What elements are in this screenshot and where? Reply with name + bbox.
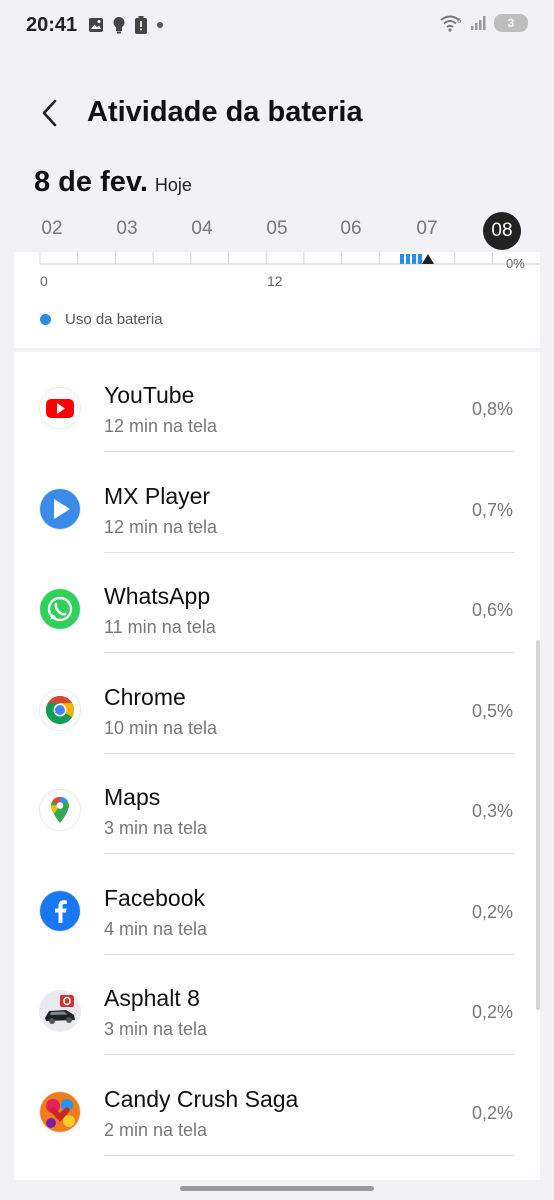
facebook-icon (40, 890, 80, 931)
hour-05[interactable]: 05 (257, 218, 297, 240)
app-screen-time: 10 min na tela (104, 717, 218, 738)
app-row-asphalt-8[interactable]: Asphalt 8 3 min na tela 0,2% (14, 955, 540, 1055)
usage-bar (412, 254, 416, 264)
gallery-icon (89, 18, 103, 32)
back-button[interactable] (34, 96, 68, 130)
app-screen-time: 12 min na tela (104, 516, 218, 537)
app-row-whatsapp[interactable]: WhatsApp 11 min na tela 0,6% (14, 553, 540, 653)
usage-bar (406, 254, 410, 264)
app-row-candy-crush-saga[interactable]: Candy Crush Saga 2 min na tela 0,2% (14, 1056, 540, 1156)
app-battery-percent: 0,3% (471, 801, 513, 821)
hour-06[interactable]: 06 (331, 218, 371, 240)
whatsapp-icon (40, 589, 80, 629)
usage-bar (418, 254, 422, 264)
app-screen-time: 12 min na tela (104, 416, 218, 436)
youtube-icon (40, 388, 80, 428)
dot-icon (157, 22, 163, 28)
app-row-youtube[interactable]: YouTube 12 min na tela 0,8% (14, 352, 540, 452)
hour-07[interactable]: 07 (407, 218, 447, 240)
y-max-label: 0% (506, 256, 525, 271)
current-time-marker (422, 254, 434, 264)
hour-02[interactable]: 02 (32, 218, 72, 240)
app-battery-percent: 0,6% (471, 600, 513, 620)
app-name: YouTube (104, 382, 195, 408)
date-header: 8 de fev. Hoje (34, 166, 192, 199)
svg-text:6: 6 (457, 17, 462, 25)
divider (104, 1154, 514, 1156)
date-sub-label: Hoje (154, 175, 192, 195)
hour-04[interactable]: 04 (182, 218, 222, 240)
app-battery-percent: 0,7% (471, 499, 513, 520)
app-battery-percent: 0,5% (471, 700, 513, 721)
mx-player-icon (40, 488, 80, 529)
usage-bar (400, 254, 404, 264)
app-battery-percent: 0,2% (471, 1102, 513, 1123)
app-name: MX Player (104, 482, 211, 509)
scrollbar[interactable] (536, 640, 540, 1010)
app-name: Maps (104, 784, 161, 810)
wifi-icon: 6 (440, 15, 462, 32)
hour-03[interactable]: 03 (107, 218, 147, 240)
alert-battery-icon (135, 16, 147, 34)
app-battery-percent: 0,8% (471, 399, 513, 419)
chevron-left-icon (42, 99, 57, 127)
notification-icons (88, 16, 164, 34)
gesture-navigation-handle[interactable] (180, 1186, 374, 1191)
app-name: Candy Crush Saga (104, 1085, 299, 1112)
status-bar: 20:41 6 3 (0, 0, 554, 52)
hour-08[interactable]: 08 (483, 212, 521, 250)
battery-usage-chart: 0 12 0% Uso da bateria (14, 252, 540, 348)
app-row-maps[interactable]: Maps 3 min na tela 0,3% (14, 754, 540, 854)
candy-crush-icon (40, 1091, 80, 1132)
app-screen-time: 3 min na tela (104, 1019, 208, 1039)
app-name: Asphalt 8 (104, 985, 200, 1011)
app-usage-list: YouTube 12 min na tela 0,8% MX Player 12 min… (14, 352, 540, 1180)
status-time: 20:41 (26, 14, 78, 36)
app-screen-time: 3 min na tela (104, 818, 208, 838)
app-row-mx-player[interactable]: MX Player 12 min na tela 0,7% (14, 453, 540, 553)
app-row-facebook[interactable]: Facebook 4 min na tela 0,2% (14, 855, 540, 955)
app-screen-time: 2 min na tela (104, 1119, 208, 1140)
chrome-icon (40, 689, 80, 730)
signal-icon (471, 16, 486, 30)
bulb-icon (113, 17, 125, 34)
chart-legend: Uso da bateria (40, 311, 163, 328)
page-title: Atividade da bateria (87, 96, 363, 128)
app-battery-percent: 0,2% (471, 901, 513, 922)
legend-dot (40, 314, 51, 325)
app-name: WhatsApp (104, 583, 211, 609)
battery-level: 3 (494, 14, 528, 32)
x-tick-label: 0 (40, 273, 48, 289)
app-screen-time: 4 min na tela (104, 918, 208, 939)
app-name: Chrome (104, 683, 186, 710)
asphalt-icon (40, 991, 80, 1031)
app-screen-time: 11 min na tela (104, 617, 216, 637)
app-battery-percent: 0,2% (471, 1002, 513, 1022)
hour-selector: 02 03 04 05 06 07 08 (14, 212, 540, 252)
date-label: 8 de fev. (34, 166, 148, 198)
maps-icon (40, 790, 80, 830)
app-row-chrome[interactable]: Chrome 10 min na tela 0,5% (14, 654, 540, 754)
x-tick-label: 12 (267, 273, 283, 289)
system-icons: 6 3 (440, 14, 528, 32)
app-name: Facebook (104, 884, 206, 911)
legend-label: Uso da bateria (65, 311, 163, 328)
